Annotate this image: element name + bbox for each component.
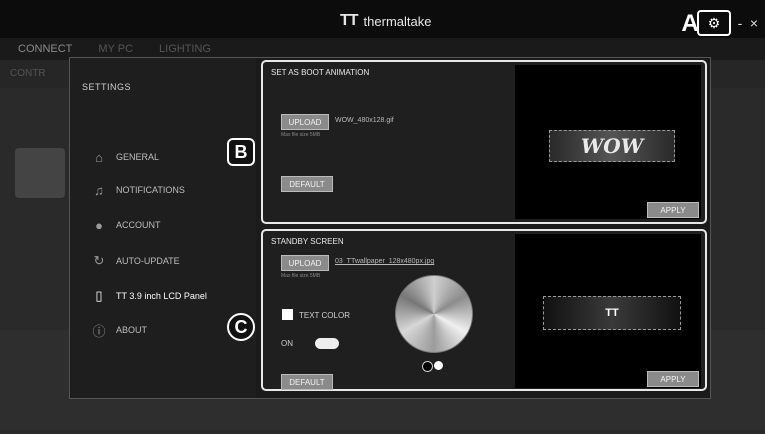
sidebar-item-label: GENERAL <box>116 152 160 162</box>
close-button[interactable]: × <box>749 15 759 31</box>
settings-button[interactable]: ⚙ <box>697 10 731 36</box>
minimize-button[interactable]: - <box>735 15 745 31</box>
default-button[interactable]: DEFAULT <box>281 374 333 390</box>
tab-connect[interactable]: CONNECT <box>18 43 72 55</box>
sidebar-item-account[interactable]: ● ACCOUNT <box>92 217 161 233</box>
callout-c: C <box>227 313 255 341</box>
text-color-label: TEXT COLOR <box>299 311 350 320</box>
settings-dialog: SETTINGS ⌂ GENERAL ♫ NOTIFICATIONS ● ACC… <box>69 57 711 399</box>
info-icon: ⓘ <box>92 323 106 339</box>
brand: TT thermaltake <box>340 12 431 30</box>
gear-icon: ⚙ <box>707 14 721 31</box>
sidebar-item-notifications[interactable]: ♫ NOTIFICATIONS <box>92 182 185 198</box>
background-fan-image <box>15 148 65 198</box>
window-controls: ⚙ - × <box>697 10 759 36</box>
upload-button[interactable]: UPLOAD <box>281 255 329 271</box>
text-color-swatch[interactable] <box>282 309 293 320</box>
upload-button[interactable]: UPLOAD <box>281 114 329 130</box>
apply-button[interactable]: APPLY <box>647 371 699 387</box>
sidebar-item-label: ACCOUNT <box>116 220 161 230</box>
refresh-icon: ↻ <box>93 253 105 268</box>
settings-title: SETTINGS <box>82 82 132 92</box>
sidebar-item-general[interactable]: ⌂ GENERAL <box>92 149 160 165</box>
sidebar-item-label: ABOUT <box>116 325 148 335</box>
file-size-note: Max file size 5MB <box>281 273 321 279</box>
color-dot-white[interactable] <box>434 361 443 370</box>
bell-icon: ♫ <box>94 182 104 198</box>
color-wheel[interactable] <box>395 275 473 353</box>
sidebar-item-lcd-panel[interactable]: ▯ TT 3.9 inch LCD Panel <box>92 288 207 303</box>
apply-button[interactable]: APPLY <box>647 202 699 218</box>
settings-sidebar: SETTINGS ⌂ GENERAL ♫ NOTIFICATIONS ● ACC… <box>70 58 256 398</box>
text-color-toggle[interactable] <box>315 338 339 349</box>
tab-my-pc[interactable]: MY PC <box>98 43 133 55</box>
boot-animation-preview: WOW APPLY <box>515 65 701 219</box>
callout-a: A <box>681 10 699 37</box>
title-bar: TT thermaltake ⚙ - × <box>0 0 765 38</box>
brand-name: thermaltake <box>363 13 432 29</box>
file-size-note: Max file size 5MB <box>281 132 321 138</box>
sidebar-item-label: NOTIFICATIONS <box>116 185 185 195</box>
sidebar-item-label: AUTO-UPDATE <box>116 256 180 266</box>
home-icon: ⌂ <box>95 149 103 165</box>
on-label: ON <box>281 339 293 348</box>
tab-lighting[interactable]: LIGHTING <box>159 43 211 55</box>
boot-animation-section: SET AS BOOT ANIMATION UPLOAD WOW_480x128… <box>261 60 707 224</box>
section-title: STANDBY SCREEN <box>271 237 344 246</box>
default-button[interactable]: DEFAULT <box>281 176 333 192</box>
standby-preview-image: TT <box>543 296 681 330</box>
brand-logo: TT <box>340 12 359 29</box>
sidebar-item-auto-update[interactable]: ↻ AUTO-UPDATE <box>92 253 180 268</box>
standby-screen-preview: TT APPLY <box>515 234 701 388</box>
file-name: 03_TTwallpaper_128x480px.jpg <box>335 258 435 265</box>
user-icon: ● <box>95 217 103 233</box>
standby-screen-section: STANDBY SCREEN UPLOAD 03_TTwallpaper_128… <box>261 229 707 391</box>
sidebar-item-label: TT 3.9 inch LCD Panel <box>116 291 207 301</box>
color-dot-black[interactable] <box>422 361 433 372</box>
sidebar-item-about[interactable]: ⓘ ABOUT <box>92 323 148 339</box>
wow-preview-image: WOW <box>549 130 675 162</box>
file-name: WOW_480x128.gif <box>335 117 394 124</box>
lcd-panel-icon: ▯ <box>95 288 103 303</box>
section-title: SET AS BOOT ANIMATION <box>271 68 370 77</box>
callout-b: B <box>227 138 255 166</box>
